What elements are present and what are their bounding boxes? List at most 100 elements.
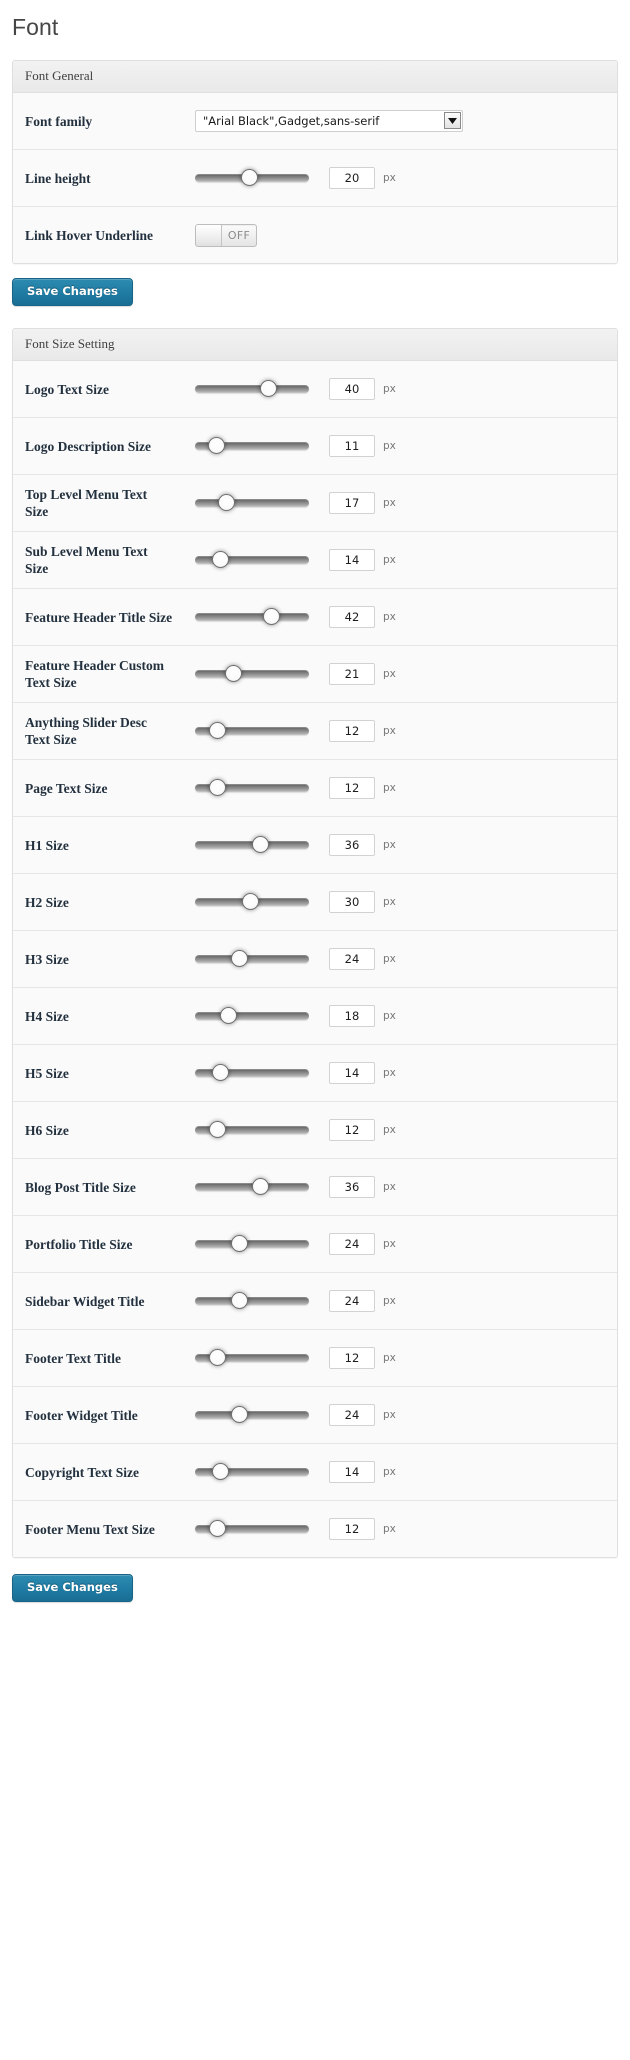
slider-handle[interactable] [208, 1349, 226, 1366]
size-value-input[interactable]: 30 [329, 891, 375, 913]
row-label: H1 Size [25, 837, 69, 853]
row-label: Logo Description Size [25, 438, 151, 454]
slider-handle[interactable] [208, 1520, 226, 1537]
row-control: 11 px [183, 418, 617, 474]
size-unit: px [383, 1067, 396, 1079]
toggle-knob[interactable] [196, 224, 222, 246]
table-row: Sub Level Menu Text Size 14 px [13, 532, 617, 589]
size-value-input[interactable]: 24 [329, 948, 375, 970]
link-hover-underline-toggle[interactable]: OFF [195, 223, 257, 247]
size-value-input[interactable]: 12 [329, 1119, 375, 1141]
slider-handle[interactable] [220, 1007, 238, 1024]
size-value-input[interactable]: 14 [329, 1062, 375, 1084]
row-label-font-family: Font family [25, 113, 93, 129]
size-slider[interactable] [195, 1007, 309, 1024]
table-row: H3 Size 24 px [13, 931, 617, 988]
slider-track [195, 1411, 309, 1419]
size-slider[interactable] [195, 1064, 309, 1081]
size-value-input[interactable]: 24 [329, 1404, 375, 1426]
page-title: Font [12, 14, 59, 40]
slider-handle[interactable] [231, 1406, 249, 1423]
size-value-input[interactable]: 12 [329, 720, 375, 742]
row-label: H3 Size [25, 951, 69, 967]
slider-handle[interactable] [224, 665, 242, 682]
table-row: H2 Size 30 px [13, 874, 617, 931]
size-value-input[interactable]: 36 [329, 834, 375, 856]
save-changes-button-general[interactable]: Save Changes [12, 278, 133, 306]
size-slider[interactable] [195, 494, 309, 511]
size-value-input[interactable]: 24 [329, 1233, 375, 1255]
size-slider[interactable] [195, 722, 309, 739]
slider-handle[interactable] [217, 494, 235, 511]
font-family-select[interactable]: "Arial Black",Gadget,sans-serif [195, 110, 463, 132]
size-value-input[interactable]: 36 [329, 1176, 375, 1198]
row-label: Feature Header Custom Text Size [25, 658, 164, 690]
slider-handle[interactable] [212, 551, 230, 568]
size-value-input[interactable]: 11 [329, 435, 375, 457]
slider-handle[interactable] [231, 950, 249, 967]
table-row: H4 Size 18 px [13, 988, 617, 1045]
size-slider[interactable] [195, 1178, 309, 1195]
slider-handle[interactable] [212, 1463, 230, 1480]
size-unit: px [383, 554, 396, 566]
row-control: 42 px [183, 589, 617, 645]
font-family-select-wrap[interactable]: "Arial Black",Gadget,sans-serif [195, 110, 463, 132]
size-value-input[interactable]: 42 [329, 606, 375, 628]
size-unit: px [383, 1181, 396, 1193]
slider-handle[interactable] [231, 1235, 249, 1252]
size-slider[interactable] [195, 1292, 309, 1309]
slider-handle[interactable] [241, 893, 259, 910]
slider-handle[interactable] [208, 1121, 226, 1138]
table-row: Footer Menu Text Size 12 px [13, 1501, 617, 1557]
slider-handle[interactable] [208, 779, 226, 796]
size-value-input[interactable]: 21 [329, 663, 375, 685]
size-slider[interactable] [195, 608, 309, 625]
size-value-input[interactable]: 24 [329, 1290, 375, 1312]
slider-handle[interactable] [240, 169, 258, 186]
size-slider[interactable] [195, 1349, 309, 1366]
chevron-down-icon[interactable] [444, 112, 461, 129]
size-slider[interactable] [195, 437, 309, 454]
size-slider[interactable] [195, 1406, 309, 1423]
save-changes-wrap-general: Save Changes [0, 264, 630, 306]
row-control: 18 px [183, 988, 617, 1044]
size-value-input[interactable]: 12 [329, 777, 375, 799]
slider-handle[interactable] [207, 437, 225, 454]
slider-handle[interactable] [251, 1178, 269, 1195]
size-slider[interactable] [195, 950, 309, 967]
font-size-panel-header: Font Size Setting [13, 329, 617, 361]
size-value-input[interactable]: 18 [329, 1005, 375, 1027]
slider-handle[interactable] [231, 1292, 249, 1309]
size-value-input[interactable]: 17 [329, 492, 375, 514]
slider-handle[interactable] [251, 836, 269, 853]
size-value-input[interactable]: 40 [329, 378, 375, 400]
slider-handle[interactable] [263, 608, 281, 625]
font-general-panel: Font General Font family "Arial Black",G… [12, 60, 618, 264]
size-value-input[interactable]: 12 [329, 1518, 375, 1540]
size-value-input[interactable]: 14 [329, 1461, 375, 1483]
line-height-slider[interactable] [195, 169, 309, 186]
size-unit: px [383, 1124, 396, 1136]
size-value-input[interactable]: 12 [329, 1347, 375, 1369]
size-slider[interactable] [195, 779, 309, 796]
size-slider[interactable] [195, 836, 309, 853]
size-unit: px [383, 440, 396, 452]
table-row: Footer Text Title 12 px [13, 1330, 617, 1387]
size-slider[interactable] [195, 893, 309, 910]
slider-handle[interactable] [212, 1064, 230, 1081]
slider-handle[interactable] [208, 722, 226, 739]
size-slider[interactable] [195, 1235, 309, 1252]
size-slider[interactable] [195, 1463, 309, 1480]
size-slider[interactable] [195, 1121, 309, 1138]
slider-track [195, 1240, 309, 1248]
size-value-input[interactable]: 14 [329, 549, 375, 571]
size-slider[interactable] [195, 665, 309, 682]
slider-handle[interactable] [259, 380, 277, 397]
line-height-value-input[interactable]: 20 [329, 167, 375, 189]
size-slider[interactable] [195, 1520, 309, 1537]
slider-track [195, 670, 309, 678]
save-changes-button-size[interactable]: Save Changes [12, 1574, 133, 1602]
slider-track [195, 955, 309, 963]
size-slider[interactable] [195, 551, 309, 568]
size-slider[interactable] [195, 380, 309, 397]
